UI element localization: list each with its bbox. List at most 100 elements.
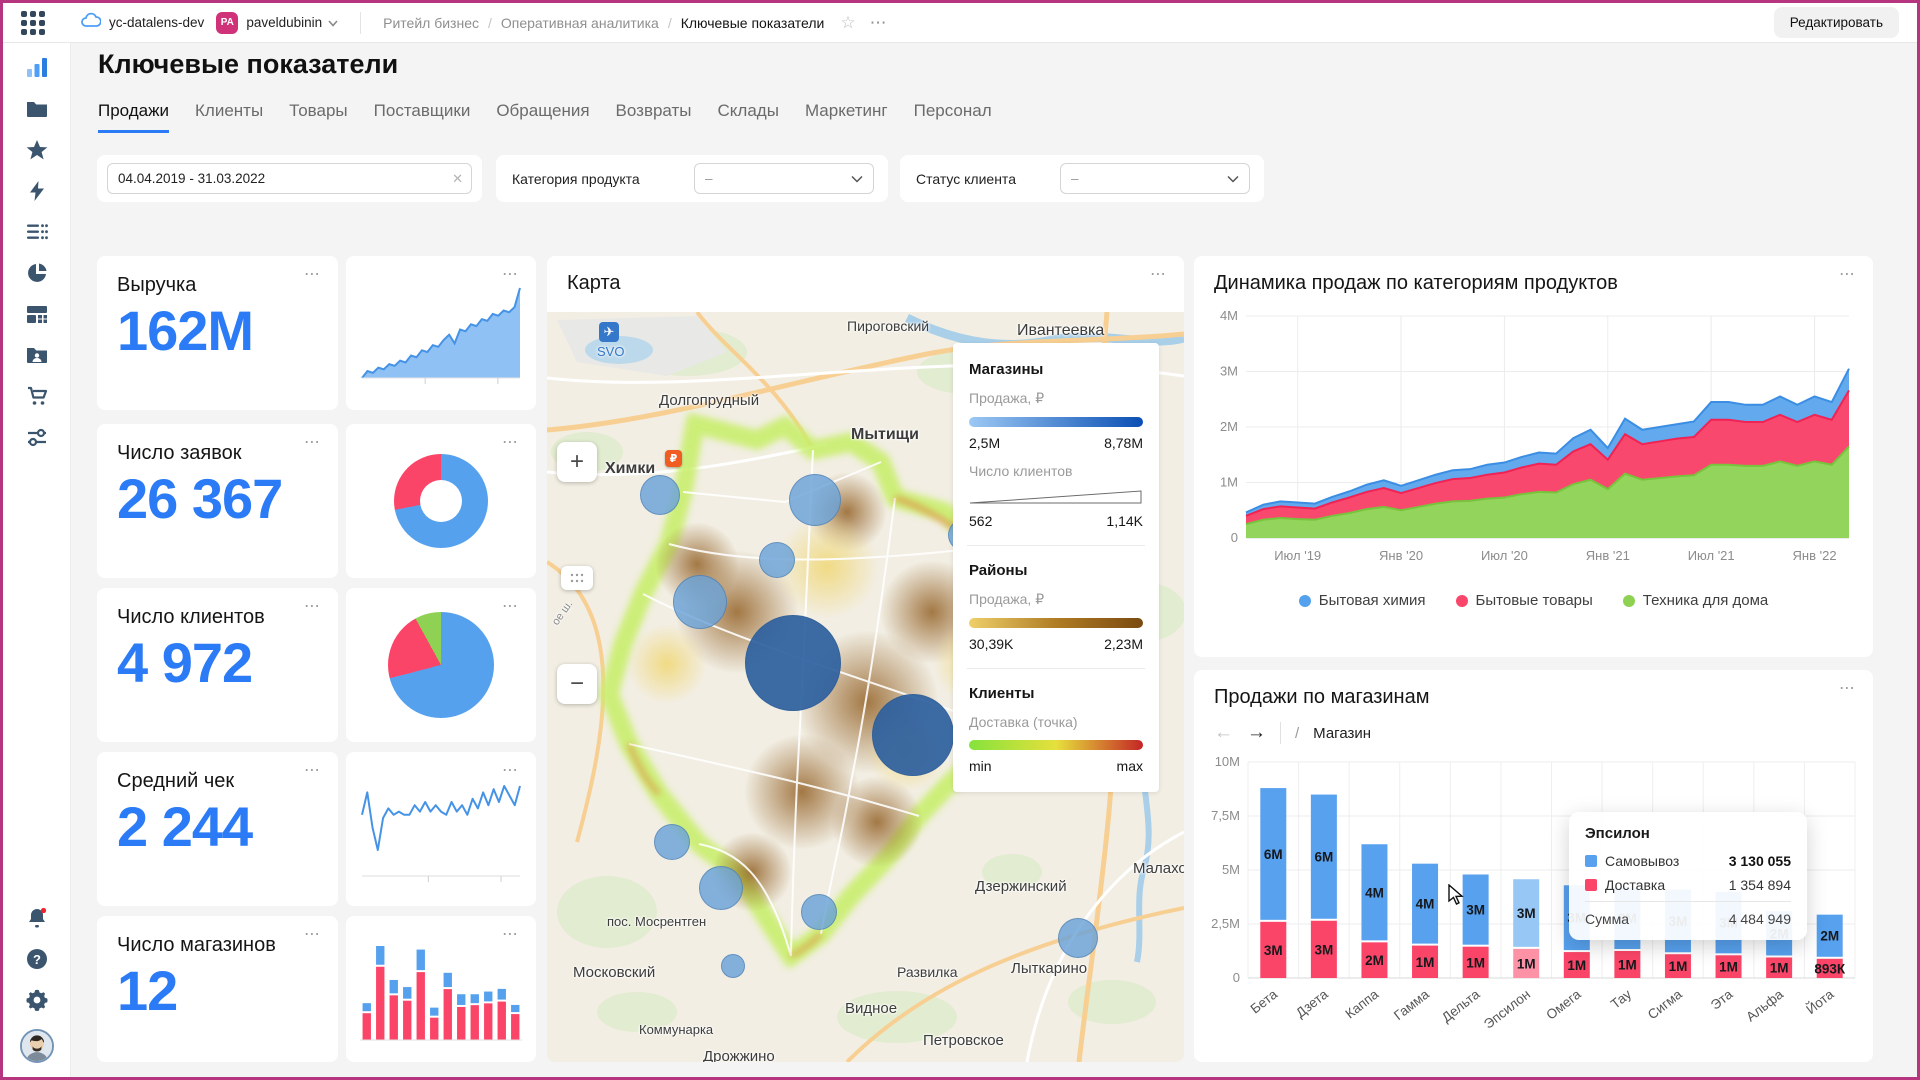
store-bubble[interactable]	[654, 824, 690, 860]
svg-text:2М: 2М	[1365, 953, 1384, 968]
svg-text:4М: 4М	[1365, 885, 1384, 900]
store-bubble[interactable]	[759, 542, 795, 578]
tab-6[interactable]: Возвраты	[616, 101, 692, 133]
apps-grid-icon[interactable]	[21, 11, 45, 35]
drill-forward-icon[interactable]: →	[1247, 722, 1266, 744]
store-bubble[interactable]	[673, 575, 727, 629]
svg-text:2,5M: 2,5M	[1211, 916, 1240, 931]
svg-text:Июл '21: Июл '21	[1688, 548, 1735, 563]
folder-icon[interactable]	[25, 97, 49, 121]
map-zoom-out-button[interactable]: −	[557, 664, 597, 704]
more-menu-icon[interactable]: ⋯	[304, 596, 322, 616]
tab-2[interactable]: Клиенты	[195, 101, 263, 133]
status-filter-select[interactable]: –	[1060, 163, 1250, 194]
dashboard-tabs: Продажи Клиенты Товары Поставщики Обращения В…	[98, 101, 992, 133]
tab-5[interactable]: Обращения	[496, 101, 589, 133]
edit-button[interactable]: Редактировать	[1774, 7, 1899, 38]
clients-pie-chart[interactable]	[388, 612, 494, 718]
more-menu-icon[interactable]: ⋯	[304, 924, 322, 944]
category-dynamics-chart[interactable]: 01M2M3M4MИюл '19Янв '20Июл '20Янв '21Июл…	[1202, 308, 1865, 570]
revenue-sparkline[interactable]	[360, 282, 522, 396]
store-bubble[interactable]	[721, 954, 745, 978]
more-menu-icon[interactable]: ⋯	[870, 13, 889, 33]
map[interactable]: ПироговскийИвантеевкаДолгопрудныйМытищиХ…	[547, 312, 1184, 1062]
sliders-icon[interactable]	[25, 425, 49, 449]
store-bubble[interactable]	[640, 475, 680, 515]
more-menu-icon[interactable]: ⋯	[502, 924, 520, 944]
store-bubble[interactable]	[801, 894, 837, 930]
avg-check-line-chart[interactable]	[360, 778, 522, 892]
legend-item[interactable]: Бытовые товары	[1456, 592, 1593, 609]
favorite-star-icon[interactable]: ☆	[840, 13, 855, 33]
tenant-name[interactable]: yc-datalens-dev	[109, 15, 204, 30]
stores-bar-chart[interactable]	[360, 942, 522, 1048]
user-name[interactable]: paveldubinin	[246, 15, 322, 30]
tab-1[interactable]: Продажи	[98, 101, 169, 133]
shared-folder-icon[interactable]	[25, 343, 49, 367]
page-title: Ключевые показатели	[98, 49, 398, 80]
tooltip-series-value: 1 354 894	[1729, 877, 1791, 893]
drill-level-label[interactable]: Магазин	[1313, 725, 1371, 742]
category-dynamics-card: Динамика продаж по категориям продуктов …	[1194, 256, 1873, 657]
svg-text:Йота: Йота	[1803, 986, 1837, 1017]
map-zoom-in-button[interactable]: +	[557, 442, 597, 482]
breadcrumb-folder[interactable]: Оперативная аналитика	[501, 15, 659, 31]
notifications-bell-icon[interactable]	[25, 906, 49, 930]
map-zoom-handle[interactable]	[561, 566, 593, 590]
map-place-label: Развилка	[897, 964, 958, 980]
store-bubble[interactable]	[745, 615, 841, 711]
tab-3[interactable]: Товары	[289, 101, 347, 133]
store-bubble[interactable]	[872, 694, 954, 776]
more-menu-icon[interactable]: ⋯	[304, 432, 322, 452]
store-bubble[interactable]	[789, 474, 841, 526]
pie-chart-icon[interactable]	[25, 261, 49, 285]
dashboard-grid-icon[interactable]	[25, 302, 49, 326]
svg-text:Янв '21: Янв '21	[1586, 548, 1630, 563]
more-menu-icon[interactable]: ⋯	[502, 760, 520, 780]
store-bubble[interactable]	[699, 866, 743, 910]
store-bubble[interactable]	[1058, 918, 1098, 958]
kpi-card-revenue: Выручка 162М ⋯	[97, 256, 338, 410]
legend-item[interactable]: Техника для дома	[1623, 592, 1768, 609]
favorites-star-icon[interactable]	[25, 138, 49, 162]
drill-back-icon[interactable]: ←	[1214, 722, 1233, 744]
status-filter-value: –	[1071, 171, 1079, 186]
requests-donut-chart[interactable]	[394, 454, 488, 548]
settings-gear-icon[interactable]	[25, 988, 49, 1012]
tab-8[interactable]: Маркетинг	[805, 101, 888, 133]
date-range-input[interactable]: 04.04.2019 - 31.03.2022 ✕	[107, 163, 472, 194]
more-menu-icon[interactable]: ⋯	[304, 264, 322, 284]
legend-gradient-bar	[969, 417, 1143, 427]
list-rows-icon[interactable]	[25, 220, 49, 244]
chart-legend: Бытовая химия Бытовые товары Техника для д…	[1194, 592, 1873, 609]
kpi-title: Число заявок	[117, 442, 241, 465]
cart-icon[interactable]	[25, 384, 49, 408]
category-filter-select[interactable]: –	[694, 163, 874, 194]
svg-text:2M: 2M	[1220, 419, 1238, 434]
more-menu-icon[interactable]: ⋯	[1839, 264, 1857, 284]
datalens-logo-icon[interactable]	[25, 56, 49, 80]
svg-text:Сигма: Сигма	[1645, 986, 1685, 1022]
legend-item[interactable]: Бытовая химия	[1299, 592, 1426, 609]
tab-7[interactable]: Склады	[718, 101, 779, 133]
user-avatar[interactable]	[20, 1029, 54, 1063]
more-menu-icon[interactable]: ⋯	[502, 264, 520, 284]
svg-text:3М: 3М	[1517, 906, 1536, 921]
tab-4[interactable]: Поставщики	[374, 101, 471, 133]
more-menu-icon[interactable]: ⋯	[1150, 264, 1168, 284]
kpi-value: 4 972	[117, 630, 252, 695]
svg-text:Янв '22: Янв '22	[1793, 548, 1837, 563]
more-menu-icon[interactable]: ⋯	[1839, 678, 1857, 698]
map-place-label: Коммунарка	[639, 1022, 713, 1037]
lightning-icon[interactable]	[25, 179, 49, 203]
clear-date-icon[interactable]: ✕	[452, 171, 463, 187]
breadcrumb-project[interactable]: Ритейл бизнес	[383, 15, 479, 31]
map-card-title: Карта	[567, 272, 621, 295]
more-menu-icon[interactable]: ⋯	[304, 760, 322, 780]
legend-metric: Продажа, ₽	[969, 591, 1143, 608]
kpi-card-requests: Число заявок 26 367 ⋯	[97, 424, 338, 578]
tab-9[interactable]: Персонал	[914, 101, 992, 133]
help-icon[interactable]: ?	[25, 947, 49, 971]
map-place-label: пос. Мосрентген	[607, 914, 706, 929]
chevron-down-icon[interactable]	[328, 14, 338, 32]
